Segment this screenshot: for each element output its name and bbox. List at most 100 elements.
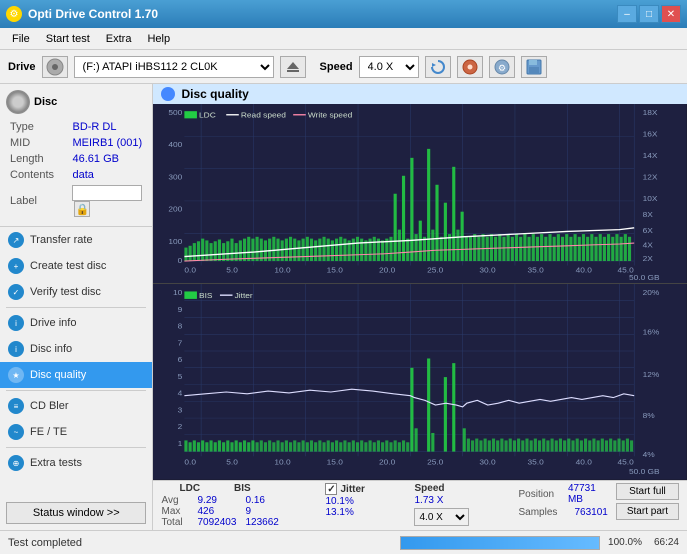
- window-controls: – □ ✕: [617, 5, 681, 23]
- refresh-button[interactable]: [425, 56, 451, 78]
- time-text: 66:24: [654, 537, 679, 548]
- chart-container: 500 400 300 200 100 0 18X 16X 14X 12X 10…: [153, 104, 687, 480]
- svg-text:LDC: LDC: [200, 111, 217, 119]
- jitter-checkbox[interactable]: ✓: [325, 483, 337, 495]
- disc-section-label: Disc: [34, 96, 57, 108]
- speed-label: Speed: [320, 61, 353, 73]
- jitter-checkbox-section: ✓ Jitter: [325, 483, 410, 495]
- speed-stat-value: 1.73 X: [414, 495, 514, 506]
- create-test-disc-icon: +: [8, 258, 24, 274]
- disc-quality-header-icon: [161, 87, 175, 101]
- nav-cd-bler-label: CD Bler: [30, 400, 69, 412]
- nav-fe-te[interactable]: ~ FE / TE: [0, 419, 152, 445]
- nav-transfer-rate-label: Transfer rate: [30, 234, 93, 246]
- type-label: Type: [8, 120, 68, 134]
- svg-text:2: 2: [178, 423, 183, 431]
- disc-info-icon-button[interactable]: [457, 56, 483, 78]
- svg-text:2X: 2X: [643, 255, 654, 263]
- start-full-button[interactable]: Start full: [616, 483, 679, 500]
- drive-bar: Drive (F:) ATAPI iHBS112 2 CL0K Speed 4.…: [0, 50, 687, 84]
- svg-text:7: 7: [178, 339, 183, 347]
- length-label: Length: [8, 152, 68, 166]
- svg-text:10X: 10X: [643, 194, 659, 202]
- label-input[interactable]: [72, 185, 142, 201]
- ldc-max-value: 426: [197, 506, 241, 517]
- svg-text:30.0: 30.0: [480, 266, 497, 274]
- verify-test-disc-icon: ✓: [8, 284, 24, 300]
- nav-separator-1: [6, 307, 146, 308]
- nav-verify-test-disc-label: Verify test disc: [30, 286, 101, 298]
- nav-create-test-disc-label: Create test disc: [30, 260, 106, 272]
- disc-quality-header: Disc quality: [153, 84, 687, 104]
- disc-quality-icon: ★: [8, 367, 24, 383]
- label-icon-button[interactable]: 🔒: [74, 201, 90, 217]
- nav-transfer-rate[interactable]: ↗ Transfer rate: [0, 227, 152, 253]
- samples-label: Samples: [518, 507, 570, 518]
- cd-bler-icon: ≡: [8, 398, 24, 414]
- nav-verify-test-disc[interactable]: ✓ Verify test disc: [0, 279, 152, 305]
- close-button[interactable]: ✕: [661, 5, 681, 23]
- chart-top-svg: 500 400 300 200 100 0 18X 16X 14X 12X 10…: [153, 104, 687, 283]
- speed-select[interactable]: 4.0 X: [359, 56, 419, 78]
- svg-text:25.0: 25.0: [428, 266, 445, 274]
- settings-button[interactable]: ⚙: [489, 56, 515, 78]
- progress-text: 100.0%: [608, 537, 642, 548]
- svg-text:12%: 12%: [643, 371, 660, 379]
- svg-text:15.0: 15.0: [327, 266, 344, 274]
- svg-text:⚙: ⚙: [498, 63, 506, 73]
- minimize-button[interactable]: –: [617, 5, 637, 23]
- svg-text:100: 100: [169, 238, 184, 246]
- svg-text:30.0: 30.0: [480, 459, 497, 467]
- position-value: 47731 MB: [568, 483, 608, 505]
- svg-text:16X: 16X: [643, 130, 659, 138]
- nav-disc-quality[interactable]: ★ Disc quality: [0, 362, 152, 388]
- max-label: Max: [161, 506, 193, 517]
- svg-text:0.0: 0.0: [185, 459, 197, 467]
- menu-start-test[interactable]: Start test: [38, 31, 98, 47]
- progress-bar-fill: [401, 537, 599, 549]
- svg-text:400: 400: [169, 141, 184, 149]
- type-value: BD-R DL: [70, 120, 144, 134]
- drive-select[interactable]: (F:) ATAPI iHBS112 2 CL0K: [74, 56, 274, 78]
- svg-text:35.0: 35.0: [528, 459, 545, 467]
- save-button[interactable]: [521, 56, 547, 78]
- svg-text:25.0: 25.0: [428, 459, 445, 467]
- menu-help[interactable]: Help: [139, 31, 178, 47]
- nav-extra-tests-label: Extra tests: [30, 457, 82, 469]
- svg-text:20.0: 20.0: [379, 266, 396, 274]
- nav-drive-info-label: Drive info: [30, 317, 76, 329]
- svg-text:5.0: 5.0: [227, 266, 239, 274]
- svg-text:45.0: 45.0: [618, 459, 635, 467]
- svg-text:4%: 4%: [643, 451, 655, 459]
- svg-text:3: 3: [178, 406, 183, 414]
- menu-file[interactable]: File: [4, 31, 38, 47]
- start-part-button[interactable]: Start part: [616, 503, 679, 520]
- nav-cd-bler[interactable]: ≡ CD Bler: [0, 393, 152, 419]
- chart-bottom-svg: 10 9 8 7 6 5 4 3 2 1 20% 16% 12%: [153, 284, 687, 480]
- drive-eject-button[interactable]: [280, 56, 306, 78]
- main-layout: Disc Type BD-R DL MID MEIRB1 (001) Lengt…: [0, 84, 687, 530]
- svg-text:15.0: 15.0: [327, 459, 344, 467]
- mid-value: MEIRB1 (001): [70, 136, 144, 150]
- maximize-button[interactable]: □: [639, 5, 659, 23]
- svg-text:8: 8: [178, 323, 183, 331]
- svg-text:10.0: 10.0: [275, 266, 292, 274]
- nav-extra-tests[interactable]: ⊕ Extra tests: [0, 450, 152, 476]
- svg-text:5.0: 5.0: [227, 459, 239, 467]
- fe-te-icon: ~: [8, 424, 24, 440]
- svg-text:18X: 18X: [643, 108, 659, 116]
- nav-disc-info[interactable]: i Disc info: [0, 336, 152, 362]
- drive-label: Drive: [8, 61, 36, 73]
- svg-text:BIS: BIS: [200, 292, 213, 300]
- status-window-button[interactable]: Status window >>: [6, 502, 146, 524]
- svg-text:Write speed: Write speed: [308, 111, 352, 119]
- menu-extra[interactable]: Extra: [98, 31, 140, 47]
- svg-text:10: 10: [173, 289, 183, 297]
- chart-area: 500 400 300 200 100 0 18X 16X 14X 12X 10…: [153, 104, 687, 480]
- nav-create-test-disc[interactable]: + Create test disc: [0, 253, 152, 279]
- speed-stat-select[interactable]: 4.0 X: [414, 508, 469, 526]
- svg-text:500: 500: [169, 108, 184, 116]
- contents-label: Contents: [8, 168, 68, 182]
- nav-drive-info[interactable]: i Drive info: [0, 310, 152, 336]
- length-value: 46.61 GB: [70, 152, 144, 166]
